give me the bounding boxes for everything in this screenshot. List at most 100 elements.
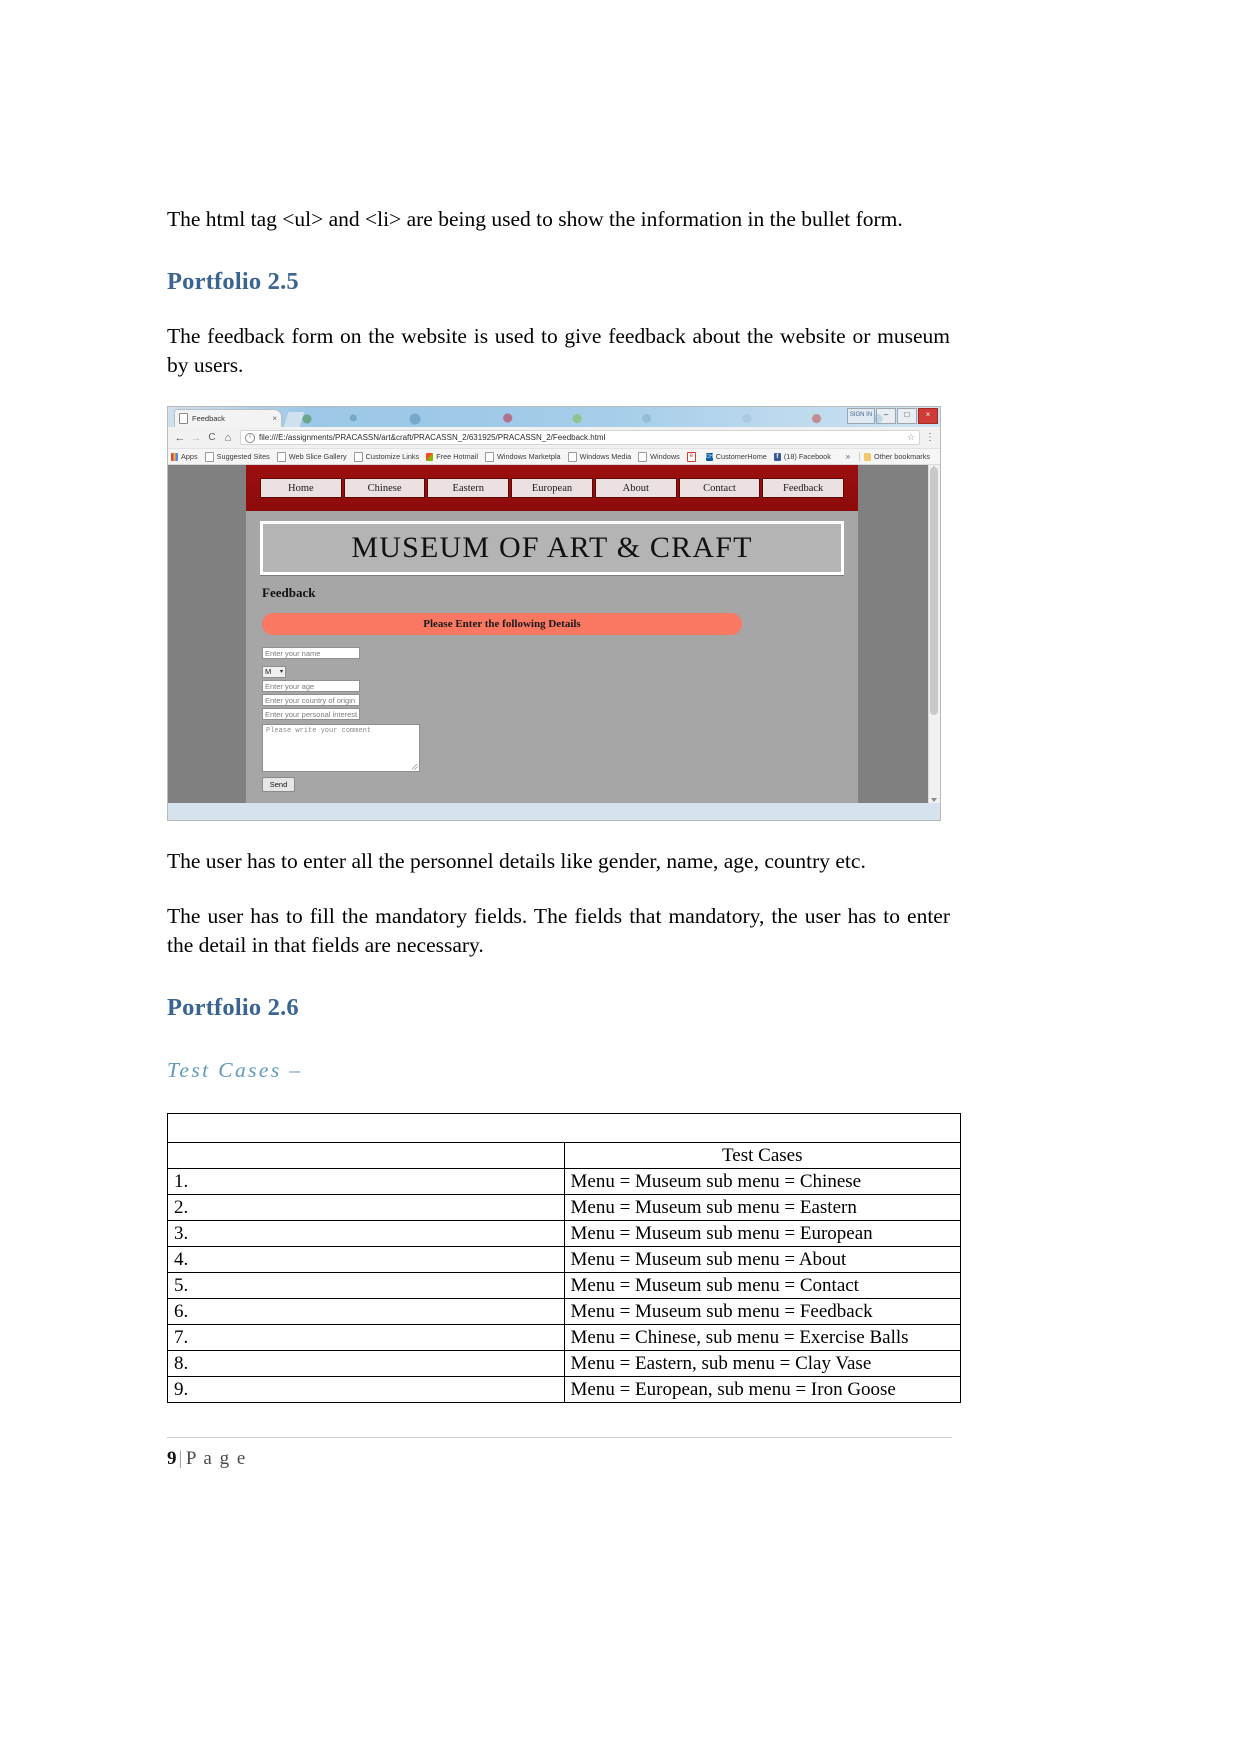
home-icon[interactable]: ⌂ <box>220 431 236 445</box>
send-button[interactable]: Send <box>262 776 295 792</box>
back-icon[interactable]: ← <box>172 431 188 445</box>
table-row: 9. Menu = European, sub menu = Iron Goos… <box>167 1376 961 1403</box>
bookmark-label: Windows <box>650 452 680 461</box>
bookmark-label: Suggested Sites <box>216 452 270 461</box>
close-icon[interactable]: × <box>269 414 277 423</box>
minimize-button[interactable]: – <box>876 408 896 424</box>
footer-separator: | <box>178 1448 184 1469</box>
page-icon <box>484 451 494 462</box>
table-cell-text: Menu = Museum sub menu = Chinese <box>563 1168 961 1195</box>
resize-grip-icon[interactable] <box>412 763 418 770</box>
page-icon <box>179 413 188 424</box>
scroll-down-icon[interactable] <box>931 798 937 802</box>
bookmarks-bar: Apps Suggested Sites Web Slice Gallery C… <box>168 449 940 465</box>
tab-title: Feedback <box>192 414 225 423</box>
nav-item-chinese[interactable]: Chinese <box>343 478 426 498</box>
bookmark-label: Free Hotmail <box>436 452 478 461</box>
reload-icon[interactable]: C <box>204 431 220 445</box>
intro-paragraph: The html tag <ul> and <li> are being use… <box>167 207 903 231</box>
maximize-button[interactable]: □ <box>897 408 917 424</box>
ie-icon: e <box>686 451 696 462</box>
nav-item-eastern[interactable]: Eastern <box>427 478 510 498</box>
page-scrollbar[interactable] <box>928 465 940 803</box>
table-cell-text: Menu = Chinese, sub menu = Exercise Ball… <box>563 1324 961 1351</box>
sign-in-button[interactable]: SIGN IN <box>847 408 875 424</box>
nav-item-feedback[interactable]: Feedback <box>762 478 845 498</box>
bookmark-item[interactable]: Windows Marketpla <box>484 451 561 462</box>
document-body: The html tag <ul> and <li> are being use… <box>167 205 961 1403</box>
address-bar-url: file:///E:/assignments/PRACASSN/art&craf… <box>259 433 606 442</box>
please-enter-details-banner: Please Enter the following Details <box>262 613 742 635</box>
portfolio-26-heading: Portfolio 2.6 <box>167 994 299 1021</box>
close-window-button[interactable]: × <box>918 408 938 424</box>
table-cell-number: 9. <box>167 1376 565 1403</box>
bookmark-item[interactable]: Free Hotmail <box>426 452 478 461</box>
browser-viewport: Home Chinese Eastern European About Cont… <box>168 465 940 803</box>
page-icon <box>276 451 286 462</box>
nav-item-contact[interactable]: Contact <box>678 478 761 498</box>
page-number-footer: 9 | P a g e <box>167 1448 952 1470</box>
comment-textarea[interactable]: Please write your comment <box>262 723 420 772</box>
nav-item-about[interactable]: About <box>594 478 677 498</box>
age-input[interactable]: Enter your age <box>262 679 360 692</box>
feedback-form: Enter your name M ▾ Enter your age Enter… <box>262 647 858 792</box>
page-icon <box>567 451 577 462</box>
address-bar[interactable]: i file:///E:/assignments/PRACASSN/art&cr… <box>240 430 920 445</box>
bookmark-item[interactable]: Windows Media <box>567 451 631 462</box>
country-input[interactable]: Enter your country of origin <box>262 693 360 706</box>
window-controls: SIGN IN – □ × <box>847 408 938 424</box>
footer-page-word: P a g e <box>185 1448 247 1469</box>
forward-icon[interactable]: → <box>188 431 204 445</box>
table-row-blank <box>167 1113 961 1143</box>
bookmark-item[interactable]: CH CustomerHome <box>705 452 767 461</box>
table-cell-text: Menu = Eastern, sub menu = Clay Vase <box>563 1350 961 1377</box>
bookmark-star-icon[interactable]: ☆ <box>901 432 915 443</box>
site-banner: MUSEUM OF ART & CRAFT <box>260 521 844 575</box>
bookmark-item[interactable]: e <box>686 451 699 462</box>
bookmark-item[interactable]: Suggested Sites <box>204 451 270 462</box>
table-row: 6. Menu = Museum sub menu = Feedback <box>167 1298 961 1325</box>
browser-tab-strip: Feedback × SIGN IN – □ × <box>168 407 940 427</box>
bookmark-item[interactable]: Windows <box>638 451 680 462</box>
table-cell-text: Menu = Museum sub menu = Contact <box>563 1272 961 1299</box>
bookmark-label: Customize Links <box>365 452 420 461</box>
browser-toolbar: ← → C ⌂ i file:///E:/assignments/PRACASS… <box>168 427 940 449</box>
bookmark-item[interactable]: Apps <box>171 452 198 461</box>
site-banner-title: MUSEUM OF ART & CRAFT <box>351 531 753 564</box>
table-cell-num-blank <box>167 1142 565 1169</box>
bookmark-item[interactable]: Customize Links <box>353 451 420 462</box>
table-cell-number: 1. <box>167 1168 565 1195</box>
table-row-title: Test Cases <box>167 1142 961 1169</box>
browser-tab-feedback[interactable]: Feedback × <box>174 409 282 427</box>
info-icon: i <box>245 432 255 443</box>
bookmark-label: CustomerHome <box>715 452 767 461</box>
interest-input[interactable]: Enter your personal interest <box>262 707 360 720</box>
table-row: 4. Menu = Museum sub menu = About <box>167 1246 961 1273</box>
other-bookmarks-folder[interactable]: Other bookmarks <box>864 452 930 461</box>
mandatory-fields-paragraph: The user has to fill the mandatory field… <box>167 904 950 957</box>
nav-item-european[interactable]: European <box>511 478 593 498</box>
test-cases-heading: Test Cases – <box>167 1058 303 1082</box>
gender-select-value: M <box>265 667 272 676</box>
table-cell-number: 4. <box>167 1246 565 1273</box>
chrome-menu-icon[interactable]: ⋮ <box>924 432 936 443</box>
chevron-down-icon: ▾ <box>279 669 283 675</box>
bookmarks-overflow-icon[interactable]: » <box>841 452 855 461</box>
scrollbar-thumb[interactable] <box>930 467 938 715</box>
table-row: 5. Menu = Museum sub menu = Contact <box>167 1272 961 1299</box>
table-row: 8. Menu = Eastern, sub menu = Clay Vase <box>167 1350 961 1377</box>
name-input[interactable]: Enter your name <box>262 647 360 659</box>
test-cases-table: Test Cases 1. Menu = Museum sub menu = C… <box>167 1113 961 1403</box>
table-cell-text: Menu = Museum sub menu = European <box>563 1220 961 1247</box>
feedback-description-paragraph: The feedback form on the website is used… <box>167 324 950 377</box>
comment-placeholder: Please write your comment <box>266 726 372 735</box>
new-tab-button[interactable] <box>283 412 305 427</box>
nav-item-home[interactable]: Home <box>260 478 342 498</box>
feedback-section-label: Feedback <box>262 585 316 600</box>
table-cell-text: Menu = European, sub menu = Iron Goose <box>563 1376 961 1403</box>
gender-select[interactable]: M ▾ <box>262 665 286 678</box>
bookmark-label: Web Slice Gallery <box>288 452 347 461</box>
bookmark-label: Apps <box>181 452 198 461</box>
bookmark-item[interactable]: f (18) Facebook <box>773 452 831 461</box>
bookmark-item[interactable]: Web Slice Gallery <box>276 451 347 462</box>
